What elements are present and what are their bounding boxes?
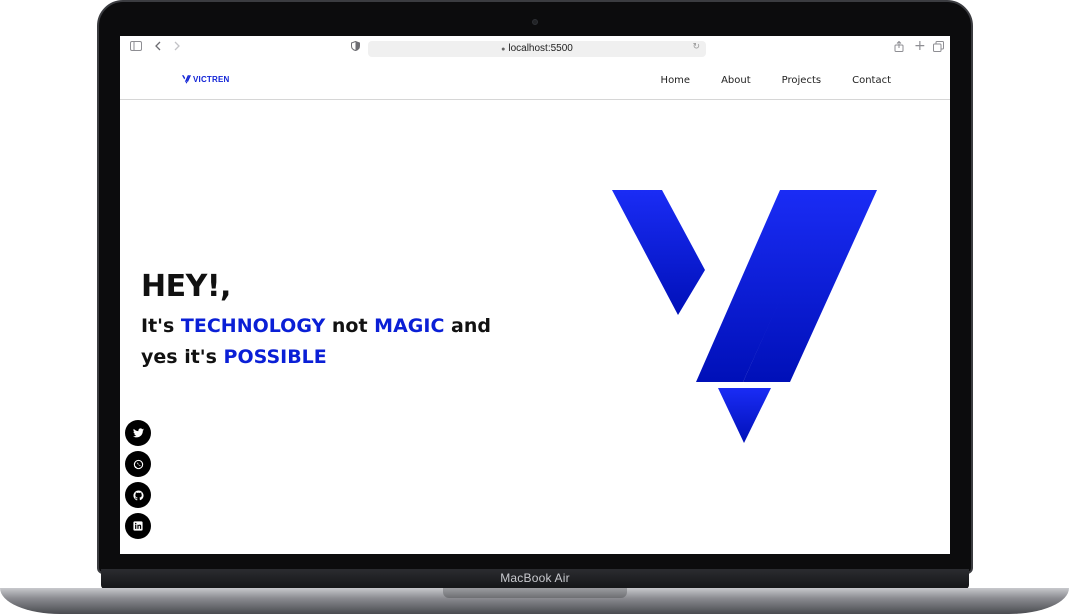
brand-name: VICTREN	[193, 75, 230, 84]
url-text: localhost:5500	[508, 43, 573, 54]
new-tab-icon[interactable]: +	[914, 39, 926, 53]
twitter-icon	[132, 428, 144, 438]
github-button[interactable]	[125, 482, 151, 508]
whatsapp-icon	[133, 459, 143, 469]
address-bar[interactable]: ● localhost:5500 ↻	[368, 41, 706, 57]
hero-text: and	[444, 315, 491, 337]
screen: ● localhost:5500 ↻ + VICTREN Home About P…	[120, 36, 950, 554]
back-icon[interactable]	[154, 41, 162, 55]
brand-v-icon	[182, 75, 191, 84]
hero-highlight-magic: MAGIC	[374, 315, 445, 337]
camera	[532, 19, 538, 25]
site-navbar: VICTREN Home About Projects Contact	[120, 62, 950, 100]
hero-line-1: It's TECHNOLOGY not MAGIC and	[141, 315, 491, 337]
reload-icon[interactable]: ↻	[692, 42, 700, 52]
privacy-shield-icon[interactable]	[351, 40, 360, 55]
model-label: MacBook Air	[500, 571, 570, 585]
hero-highlight-possible: POSSIBLE	[223, 346, 327, 368]
linkedin-icon	[133, 521, 143, 531]
nav-about[interactable]: About	[721, 75, 751, 86]
hero-text: not	[325, 315, 375, 337]
linkedin-button[interactable]	[125, 513, 151, 539]
whatsapp-button[interactable]	[125, 451, 151, 477]
nav-projects[interactable]: Projects	[782, 75, 821, 86]
hero-line-2: yes it's POSSIBLE	[141, 346, 327, 368]
share-icon[interactable]	[894, 40, 904, 56]
nav-links: Home About Projects Contact	[630, 75, 891, 86]
base-notch	[443, 588, 627, 598]
nav-home[interactable]: Home	[661, 75, 691, 86]
brand-logo[interactable]: VICTREN	[182, 75, 230, 84]
nav-contact[interactable]: Contact	[852, 75, 891, 86]
github-icon	[132, 489, 144, 500]
tabs-overview-icon[interactable]	[933, 41, 944, 56]
lock-icon: ●	[501, 46, 506, 53]
forward-icon[interactable]	[173, 41, 181, 55]
hero-text: It's	[141, 315, 181, 337]
hero-highlight-technology: TECHNOLOGY	[180, 315, 326, 337]
browser-toolbar: ● localhost:5500 ↻ +	[120, 36, 950, 62]
sidebar-icon[interactable]	[130, 41, 142, 55]
hero-greeting: HEY!,	[141, 269, 231, 304]
hero-v-logo	[612, 190, 877, 443]
hero-text: yes it's	[141, 346, 224, 368]
twitter-button[interactable]	[125, 420, 151, 446]
